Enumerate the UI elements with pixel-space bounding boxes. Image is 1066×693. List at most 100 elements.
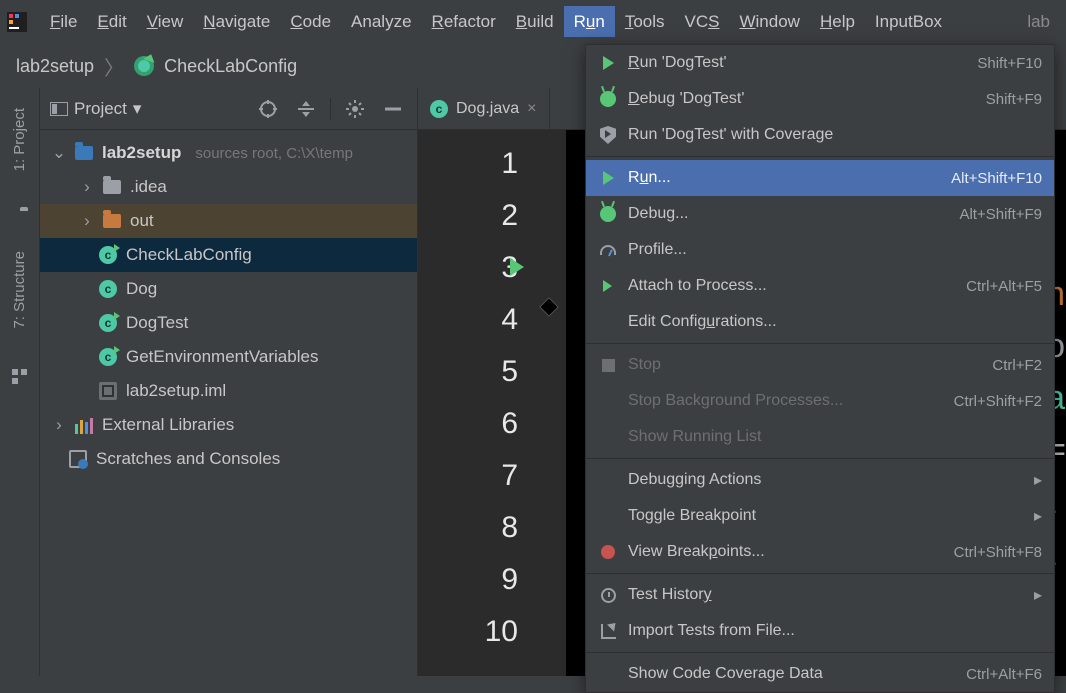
menu-item-label: Import Tests from File... [628, 622, 795, 640]
fold-strip [548, 130, 566, 676]
shortcut-label: Shift+F10 [977, 55, 1042, 72]
breadcrumb-leaf[interactable]: CheckLabConfig [164, 56, 297, 77]
menu-item-show-code-coverage-data[interactable]: Show Code Coverage DataCtrl+Alt+F6 [586, 656, 1054, 692]
menu-separator [586, 156, 1054, 157]
shortcut-label: Alt+Shift+F9 [959, 206, 1042, 223]
close-icon[interactable]: × [527, 100, 536, 118]
tree-class-checklabconfig[interactable]: c CheckLabConfig [40, 238, 417, 272]
class-icon: c [430, 100, 448, 118]
tool-tab-project[interactable]: 1: Project [11, 108, 28, 171]
run-menu-dropdown: Run 'DogTest'Shift+F10Debug 'DogTest'Shi… [585, 44, 1055, 693]
tree-file-iml[interactable]: lab2setup.iml [40, 374, 417, 408]
menu-window[interactable]: Window [729, 6, 809, 37]
menu-refactor[interactable]: Refactor [422, 6, 506, 37]
menu-help[interactable]: Help [810, 6, 865, 37]
shortcut-label: Shift+F9 [986, 91, 1042, 108]
run-gutter-icon[interactable] [510, 250, 528, 284]
menu-item-label: Test History [628, 586, 712, 604]
panel-title[interactable]: Project ▾ [50, 99, 141, 119]
menu-item-toggle-breakpoint[interactable]: Toggle Breakpoint ▸ [586, 498, 1054, 534]
titlebar-project-name: lab [1027, 12, 1060, 32]
attach-icon [598, 278, 618, 294]
menu-tools[interactable]: Tools [615, 6, 675, 37]
menu-item-edit-configurations[interactable]: Edit Configurations... [586, 304, 1054, 340]
clock-icon [598, 588, 618, 603]
menu-item-label: Run 'DogTest' with Coverage [628, 126, 833, 144]
menu-separator [586, 652, 1054, 653]
class-run-icon: c [98, 347, 118, 367]
tree-root[interactable]: ⌄ lab2setup sources root, C:\X\temp [40, 136, 417, 170]
menu-item-show-running-list: Show Running List [586, 419, 1054, 455]
left-tool-gutter: 1: Project 7: Structure [0, 88, 40, 676]
menu-item-run[interactable]: Run...Alt+Shift+F10 [586, 160, 1054, 196]
menu-navigate[interactable]: Navigate [193, 6, 280, 37]
play-icon [598, 56, 618, 70]
menu-run[interactable]: Run [564, 6, 615, 37]
menu-item-label: Debug... [628, 205, 688, 223]
project-tree: ⌄ lab2setup sources root, C:\X\temp › .i… [40, 130, 417, 676]
menu-item-debugging-actions[interactable]: Debugging Actions▸ [586, 462, 1054, 498]
menu-item-attach-to-process[interactable]: Attach to Process...Ctrl+Alt+F5 [586, 268, 1054, 304]
menu-item-run-dogtest[interactable]: Run 'DogTest'Shift+F10 [586, 45, 1054, 81]
shortcut-label: Ctrl+Alt+F6 [966, 666, 1042, 683]
stop-icon [598, 359, 618, 372]
menu-item-import-tests-from-file[interactable]: Import Tests from File... [586, 613, 1054, 649]
menu-item-label: Attach to Process... [628, 277, 767, 295]
menu-item-label: Profile... [628, 241, 687, 259]
import-icon [598, 624, 618, 639]
chevron-right-icon: › [80, 177, 94, 197]
tree-folder-out[interactable]: › out [40, 204, 417, 238]
tree-class-dogtest[interactable]: c DogTest [40, 306, 417, 340]
tree-scratches[interactable]: Scratches and Consoles [40, 442, 417, 476]
breadcrumb-root[interactable]: lab2setup [16, 56, 94, 77]
shortcut-label: Alt+Shift+F10 [951, 170, 1042, 187]
bug-icon [598, 91, 618, 107]
menu-separator [586, 343, 1054, 344]
chevron-right-icon: › [80, 211, 94, 231]
menu-edit[interactable]: Edit [87, 6, 136, 37]
menu-item-label: Toggle Breakpoint [628, 507, 756, 525]
menu-item-profile[interactable]: Profile... [586, 232, 1054, 268]
tree-folder-idea[interactable]: › .idea [40, 170, 417, 204]
class-icon: c [98, 279, 118, 299]
menu-build[interactable]: Build [506, 6, 564, 37]
expand-all-button[interactable] [292, 95, 320, 123]
menu-item-label: Debugging Actions [628, 471, 761, 489]
menu-item-debug-dogtest[interactable]: Debug 'DogTest'Shift+F9 [586, 81, 1054, 117]
shortcut-label: Ctrl+F2 [992, 357, 1042, 374]
editor-tab-dog[interactable]: c Dog.java × [418, 88, 550, 129]
tree-class-getenv[interactable]: c GetEnvironmentVariables [40, 340, 417, 374]
tool-tab-structure[interactable]: 7: Structure [11, 251, 28, 329]
module-folder-icon [74, 143, 94, 163]
project-panel: Project ▾ ⌄ lab2setup sources root, C:\X… [40, 88, 418, 676]
folder-excluded-icon [102, 211, 122, 231]
menu-vcs[interactable]: VCS [675, 6, 730, 37]
window-icon [50, 102, 68, 116]
chevron-right-icon: ▸ [1034, 506, 1042, 526]
menu-inputbox[interactable]: InputBox [865, 6, 952, 37]
menu-item-run-dogtest-with-coverage[interactable]: Run 'DogTest' with Coverage [586, 117, 1054, 153]
folder-icon [102, 177, 122, 197]
menu-item-stop-background-processes: Stop Background Processes...Ctrl+Shift+F… [586, 383, 1054, 419]
menu-view[interactable]: View [137, 6, 194, 37]
menu-analyze[interactable]: Analyze [341, 6, 421, 37]
shield-icon [598, 126, 618, 144]
shortcut-label: Ctrl+Shift+F8 [954, 544, 1042, 561]
menu-item-debug[interactable]: Debug... Alt+Shift+F9 [586, 196, 1054, 232]
menu-file[interactable]: File [40, 6, 87, 37]
menubar: FileEditViewNavigateCodeAnalyzeRefactorB… [0, 0, 1066, 44]
tree-class-dog[interactable]: c Dog [40, 272, 417, 306]
chevron-right-icon: ▸ [1034, 585, 1042, 605]
play-icon [598, 171, 618, 185]
menu-item-test-history[interactable]: Test History ▸ [586, 577, 1054, 613]
menu-item-view-breakpoints[interactable]: View Breakpoints...Ctrl+Shift+F8 [586, 534, 1054, 570]
menu-item-label: Edit Configurations... [628, 313, 777, 331]
settings-button[interactable] [341, 95, 369, 123]
locate-button[interactable] [254, 95, 282, 123]
chevron-down-icon: ▾ [133, 99, 142, 119]
menu-code[interactable]: Code [280, 6, 341, 37]
minimize-button[interactable] [379, 95, 407, 123]
tree-external-libraries[interactable]: › External Libraries [40, 408, 417, 442]
line-gutter: 1 2 3 4 5 6 7 8 9 10 [418, 130, 548, 676]
scratches-icon [68, 449, 88, 469]
